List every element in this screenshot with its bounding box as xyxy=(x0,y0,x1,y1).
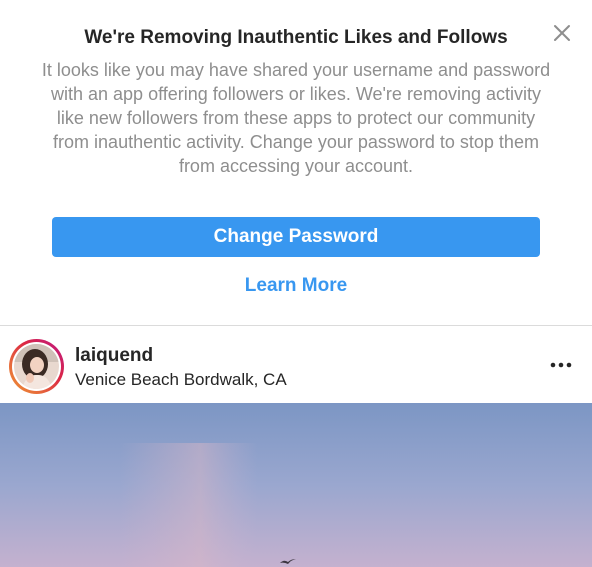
instagram-feed-screen: We're Removing Inauthentic Likes and Fol… xyxy=(0,0,592,567)
post-username[interactable]: laiquend xyxy=(75,345,153,367)
more-options-icon[interactable] xyxy=(546,352,576,378)
post-photo[interactable] xyxy=(0,403,592,567)
post-header: laiquend Venice Beach Bordwalk, CA xyxy=(0,326,592,403)
inauthentic-activity-notice: We're Removing Inauthentic Likes and Fol… xyxy=(0,0,592,325)
post-location[interactable]: Venice Beach Bordwalk, CA xyxy=(75,370,287,390)
change-password-button[interactable]: Change Password xyxy=(52,217,540,257)
learn-more-link[interactable]: Learn More xyxy=(0,275,592,297)
avatar[interactable] xyxy=(12,342,61,391)
close-icon[interactable] xyxy=(549,20,575,46)
notice-body: It looks like you may have shared your u… xyxy=(41,60,551,176)
story-ring[interactable] xyxy=(9,339,64,394)
notice-title: We're Removing Inauthentic Likes and Fol… xyxy=(84,27,508,48)
